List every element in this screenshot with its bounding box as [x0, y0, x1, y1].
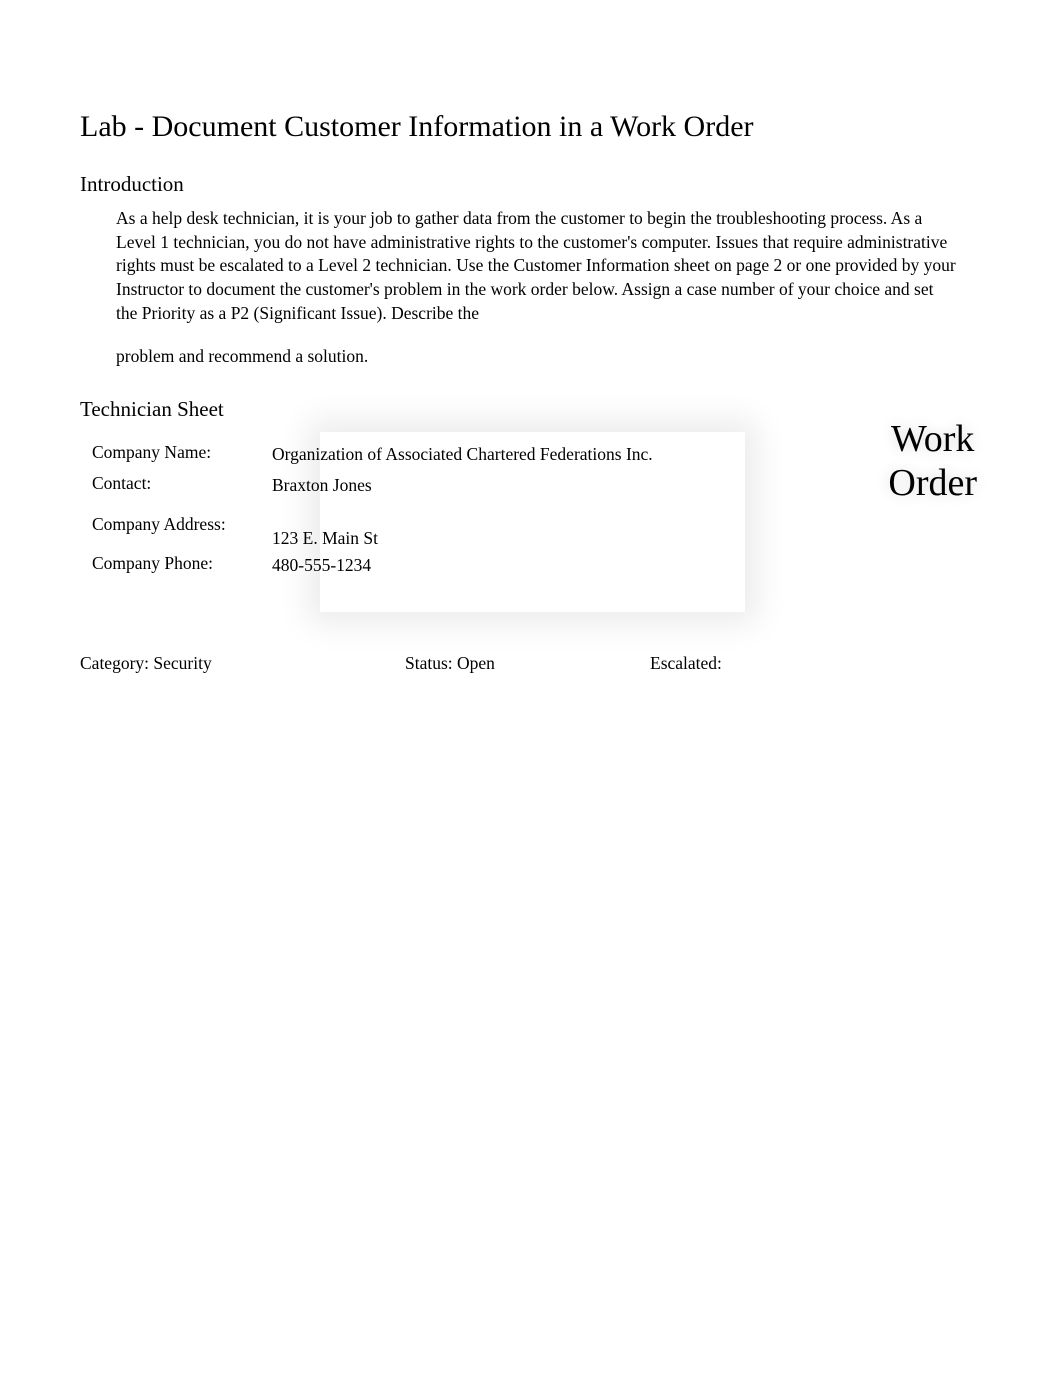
- work-order-line2: Order: [888, 462, 977, 506]
- contact-row: Contact: Braxton Jones: [92, 473, 982, 498]
- contact-value: Braxton Jones: [272, 473, 672, 498]
- work-order-line1: Work: [888, 418, 977, 462]
- company-name-label: Company Name:: [92, 442, 272, 463]
- company-address-label: Company Address:: [92, 514, 272, 535]
- category-value: Security: [153, 653, 211, 673]
- introduction-paragraph-1: As a help desk technician, it is your jo…: [116, 207, 956, 325]
- company-name-row: Company Name: Organization of Associated…: [92, 442, 982, 467]
- status-row: Category: Security Status: Open Escalate…: [80, 653, 980, 674]
- introduction-paragraph-2: problem and recommend a solution.: [116, 345, 982, 369]
- company-name-value: Organization of Associated Chartered Fed…: [272, 442, 672, 467]
- page-title: Lab - Document Customer Information in a…: [80, 110, 982, 144]
- company-phone-value: 480-555-1234: [272, 553, 672, 578]
- contact-label: Contact:: [92, 473, 272, 494]
- introduction-heading: Introduction: [80, 172, 982, 197]
- status-label: Status:: [405, 653, 457, 673]
- company-phone-row: Company Phone: 480-555-1234: [92, 553, 982, 578]
- status-field: Status: Open: [405, 653, 650, 674]
- escalated-field: Escalated:: [650, 653, 850, 674]
- company-address-value: 123 E. Main St: [272, 514, 672, 551]
- technician-sheet-block: Company Name: Organization of Associated…: [80, 432, 982, 578]
- company-phone-label: Company Phone:: [92, 553, 272, 574]
- work-order-stamp: Work Order: [888, 418, 977, 505]
- company-address-row: Company Address: 123 E. Main St: [92, 514, 982, 551]
- category-field: Category: Security: [80, 653, 405, 674]
- category-label: Category:: [80, 653, 153, 673]
- technician-sheet-heading: Technician Sheet: [80, 397, 982, 422]
- escalated-label: Escalated:: [650, 653, 722, 673]
- status-value: Open: [457, 653, 495, 673]
